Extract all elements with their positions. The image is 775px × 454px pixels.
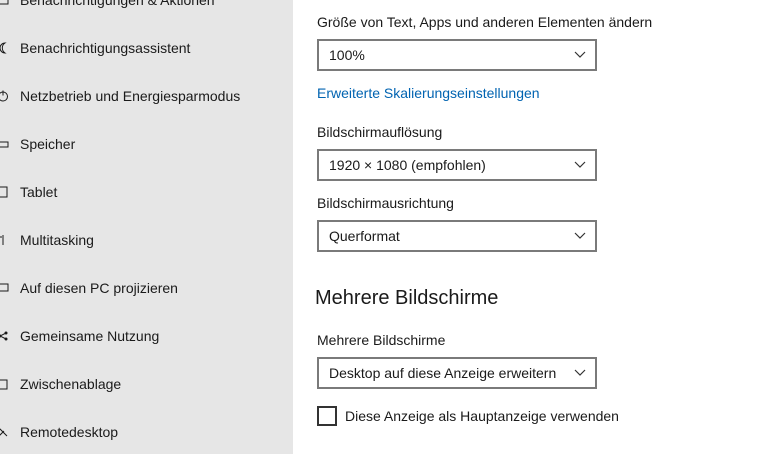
scale-label: Größe von Text, Apps und anderen Element… <box>317 14 653 30</box>
resolution-label: Bildschirmauflösung <box>317 124 443 140</box>
share-icon <box>0 329 10 343</box>
sidebar-item-label: Remotedesktop <box>20 424 119 440</box>
storage-icon <box>0 137 10 151</box>
orientation-label: Bildschirmausrichtung <box>317 195 454 211</box>
sidebar-item-label: Auf diesen PC projizieren <box>20 280 178 296</box>
sidebar-item-remote-desktop[interactable]: Remotedesktop <box>0 408 293 454</box>
resolution-value: 1920 × 1080 (empfohlen) <box>329 157 486 173</box>
chevron-down-icon <box>574 51 586 58</box>
sidebar-item-label: Multitasking <box>20 232 94 248</box>
scale-dropdown[interactable]: 100% <box>317 39 597 71</box>
advanced-scaling-link[interactable]: Erweiterte Skalierungseinstellungen <box>317 85 540 101</box>
sidebar-item-storage[interactable]: Speicher <box>0 120 293 168</box>
moon-icon <box>0 41 10 55</box>
multiple-displays-dropdown[interactable]: Desktop auf diese Anzeige erweitern <box>317 357 597 389</box>
resolution-dropdown[interactable]: 1920 × 1080 (empfohlen) <box>317 149 597 181</box>
notifications-icon <box>0 0 10 7</box>
sidebar-item-notifications[interactable]: Benachrichtigungen & Aktionen <box>0 0 293 24</box>
sidebar-item-label: Speicher <box>20 136 76 152</box>
sidebar-item-label: Tablet <box>20 184 58 200</box>
settings-window: Benachrichtigungen & Aktionen Benachrich… <box>0 0 775 454</box>
multiple-displays-heading: Mehrere Bildschirme <box>315 287 499 309</box>
sidebar-item-label: Zwischenablage <box>20 376 122 392</box>
multitasking-icon <box>0 233 10 247</box>
chevron-down-icon <box>574 232 586 239</box>
sidebar-item-label: Gemeinsame Nutzung <box>20 328 160 344</box>
power-icon <box>0 89 10 103</box>
sidebar-item-focus-assist[interactable]: Benachrichtigungsassistent <box>0 24 293 72</box>
sidebar-item-label: Benachrichtigungen & Aktionen <box>20 0 215 8</box>
main-display-checkbox-row[interactable]: Diese Anzeige als Hauptanzeige verwenden <box>317 406 619 426</box>
sidebar-item-power[interactable]: Netzbetrieb und Energiesparmodus <box>0 72 293 120</box>
main-display-checkbox[interactable] <box>317 406 337 426</box>
sidebar-item-label: Netzbetrieb und Energiesparmodus <box>20 88 241 104</box>
orientation-dropdown[interactable]: Querformat <box>317 220 597 252</box>
main-display-checkbox-label: Diese Anzeige als Hauptanzeige verwenden <box>345 408 619 424</box>
sidebar-item-tablet[interactable]: Tablet <box>0 168 293 216</box>
display-settings-panel: Größe von Text, Apps und anderen Element… <box>293 0 775 454</box>
orientation-value: Querformat <box>329 228 400 244</box>
project-icon <box>0 281 10 295</box>
sidebar-item-label: Benachrichtigungsassistent <box>20 40 191 56</box>
multiple-displays-value: Desktop auf diese Anzeige erweitern <box>329 365 557 381</box>
sidebar-item-project[interactable]: Auf diesen PC projizieren <box>0 264 293 312</box>
sidebar-item-share[interactable]: Gemeinsame Nutzung <box>0 312 293 360</box>
sidebar-item-clipboard[interactable]: Zwischenablage <box>0 360 293 408</box>
clipboard-icon <box>0 377 10 391</box>
chevron-down-icon <box>574 369 586 376</box>
chevron-down-icon <box>574 161 586 168</box>
multiple-displays-label: Mehrere Bildschirme <box>317 332 446 348</box>
tablet-icon <box>0 185 10 199</box>
sidebar-item-multitasking[interactable]: Multitasking <box>0 216 293 264</box>
sidebar: Benachrichtigungen & Aktionen Benachrich… <box>0 0 293 454</box>
scale-value: 100% <box>329 47 365 63</box>
remote-desktop-icon <box>0 425 10 439</box>
